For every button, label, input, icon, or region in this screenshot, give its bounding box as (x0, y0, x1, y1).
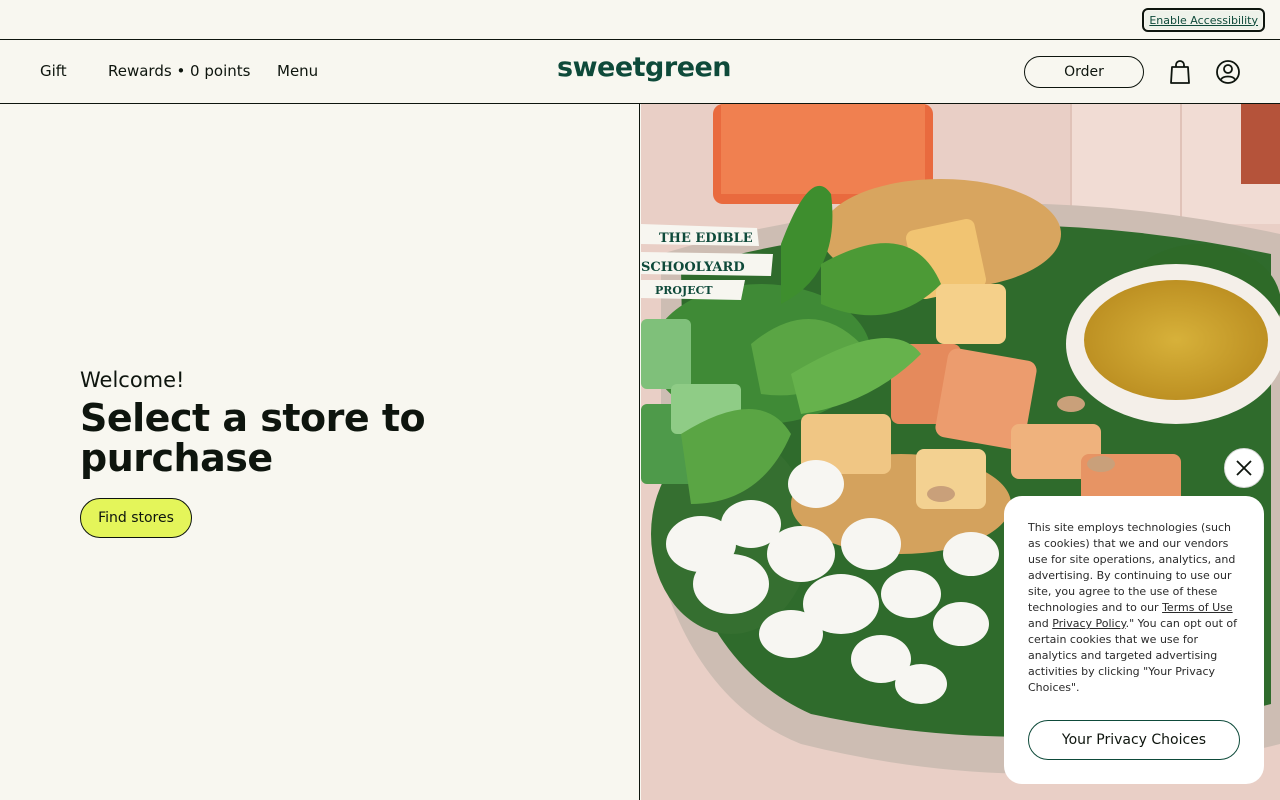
utility-bar: Enable Accessibility (0, 0, 1280, 40)
close-cookie-button[interactable] (1224, 448, 1264, 488)
nav-menu-link[interactable]: Menu (277, 62, 318, 80)
enable-accessibility-button[interactable]: Enable Accessibility (1142, 8, 1265, 32)
bag-icon[interactable] (1168, 59, 1192, 85)
account-icon[interactable] (1215, 59, 1241, 85)
privacy-policy-link[interactable]: Privacy Policy (1052, 617, 1125, 630)
order-button[interactable]: Order (1024, 56, 1144, 88)
sweetgreen-logo[interactable]: sweetgreen (557, 52, 732, 83)
welcome-greeting: Welcome! (80, 368, 185, 392)
site-header: Gift Rewards • 0 points Menu sweetgreen … (0, 40, 1280, 104)
badge-line-2: SCHOOLYARD (641, 260, 745, 275)
badge-line-3: PROJECT (655, 284, 713, 297)
page-title: Select a store to purchase (80, 396, 426, 480)
privacy-choices-button[interactable]: Your Privacy Choices (1028, 720, 1240, 760)
cookie-notice: This site employs technologies (such as … (1004, 496, 1264, 784)
find-stores-button[interactable]: Find stores (80, 498, 192, 538)
welcome-panel: Welcome! Select a store to purchase Find… (0, 104, 640, 800)
nav-rewards-link[interactable]: Rewards • 0 points (108, 62, 250, 80)
cookie-text: This site employs technologies (such as … (1028, 521, 1238, 694)
close-icon (1236, 460, 1252, 476)
nav-gift-link[interactable]: Gift (40, 62, 67, 80)
terms-of-use-link[interactable]: Terms of Use (1162, 601, 1233, 614)
badge-line-1: THE EDIBLE (659, 231, 753, 246)
